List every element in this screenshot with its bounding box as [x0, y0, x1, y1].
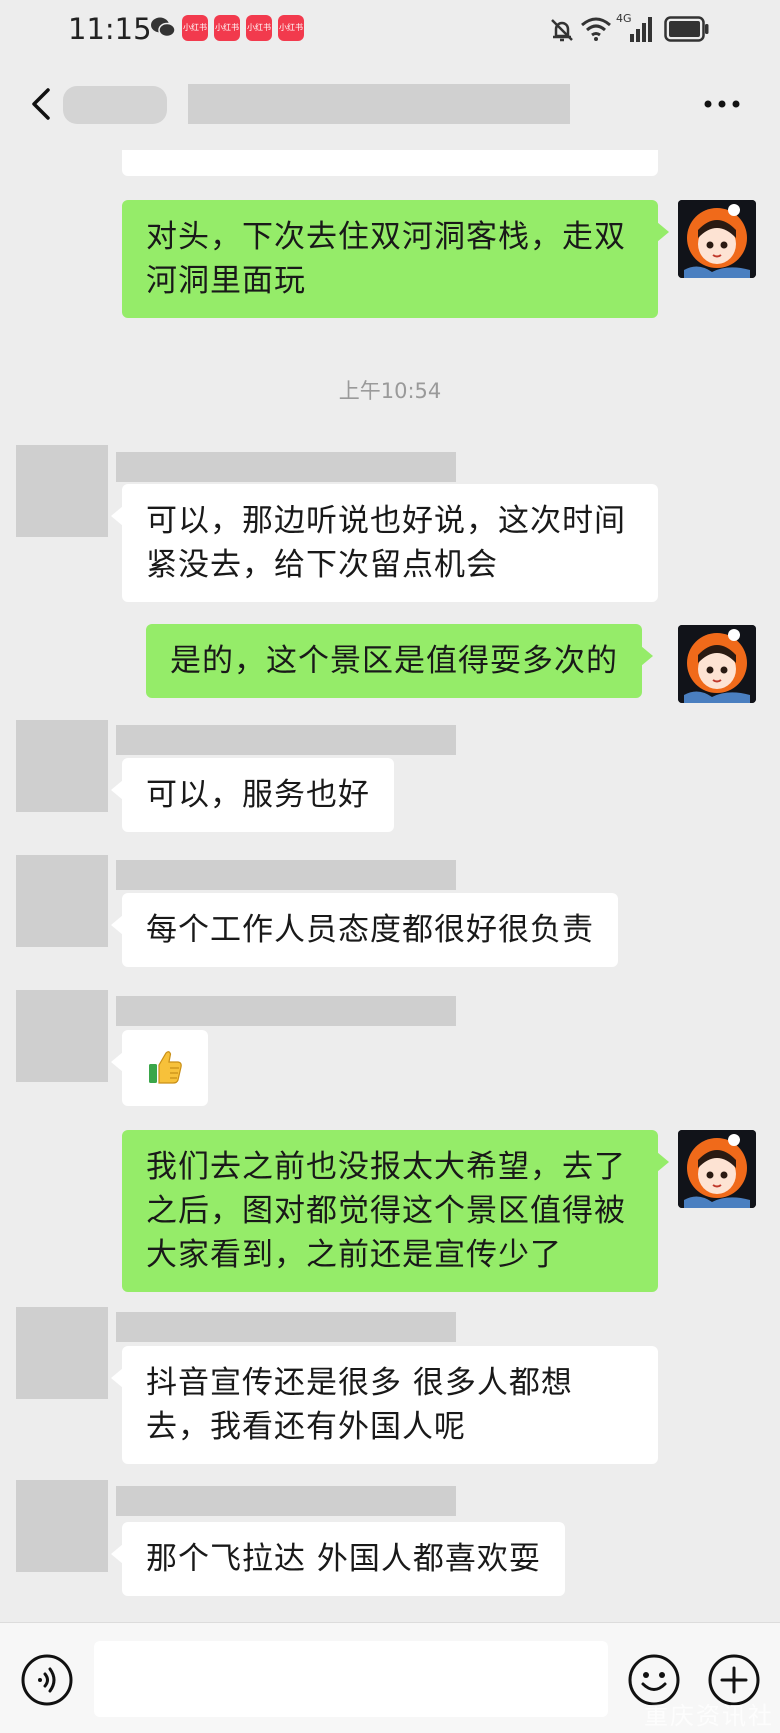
my-avatar[interactable] — [678, 1130, 756, 1208]
watermark: 重庆资讯社 — [644, 1702, 774, 1730]
message-input[interactable] — [94, 1641, 608, 1717]
redacted-sender-name — [116, 996, 456, 1026]
status-time: 11:15 — [68, 12, 152, 46]
message-bubble-incoming[interactable]: 可以，服务也好 — [111, 758, 394, 832]
message-timestamp: 上午10:54 — [338, 379, 442, 403]
redacted-avatar[interactable] — [16, 1307, 108, 1399]
redacted-avatar[interactable] — [16, 720, 108, 812]
redacted-avatar[interactable] — [16, 445, 108, 537]
redacted-sender-name — [116, 1486, 456, 1516]
thumbs-up-emoji-icon — [149, 1051, 182, 1084]
cartoon-girl-avatar-icon — [678, 1130, 756, 1208]
nav-bar — [0, 60, 780, 150]
message-bubble-incoming[interactable] — [111, 1030, 208, 1106]
back-arrow-icon[interactable] — [26, 84, 56, 124]
signal-icon — [630, 17, 652, 42]
redacted-sender-name — [116, 725, 456, 755]
redacted-avatar[interactable] — [16, 990, 108, 1082]
more-options-icon[interactable] — [702, 98, 742, 110]
redacted-chat-title — [188, 84, 570, 124]
message-bubble-incoming[interactable]: 抖音宣传还是很多 很多人都想去，我看还有外国人呢 — [111, 1346, 658, 1464]
voice-input-icon[interactable] — [20, 1653, 74, 1707]
status-bar: 11:15 小红书 小红书 小红书 小红书 4G — [0, 0, 780, 60]
message-bubble-incoming[interactable]: 那个飞拉达 外国人都喜欢耍 — [111, 1522, 565, 1596]
message-bubble-incoming[interactable]: 可以，那边听说也好说，这次时间紧没去，给下次留点机会 — [111, 484, 658, 602]
input-bar: 重庆资讯社 — [0, 1622, 780, 1733]
my-avatar[interactable] — [678, 200, 756, 278]
xiaohongshu-icon: 小红书 — [182, 15, 208, 41]
my-avatar[interactable] — [678, 625, 756, 703]
message-bubble-partial — [122, 150, 658, 176]
redacted-avatar[interactable] — [16, 1480, 108, 1572]
redacted-contact-avatar — [63, 86, 167, 124]
battery-icon — [664, 16, 709, 42]
message-bubble-incoming[interactable]: 每个工作人员态度都很好很负责 — [111, 893, 618, 967]
cartoon-girl-avatar-icon — [678, 200, 756, 278]
message-bubble-outgoing[interactable]: 我们去之前也没报太大希望，去了之后，图对都觉得这个景区值得被大家看到，之前还是宣… — [122, 1130, 669, 1292]
mute-bell-icon — [551, 19, 573, 42]
cartoon-girl-avatar-icon — [678, 625, 756, 703]
xiaohongshu-icon: 小红书 — [246, 15, 272, 41]
redacted-sender-name — [116, 452, 456, 482]
wechat-icon — [151, 17, 176, 38]
message-bubble-outgoing[interactable]: 是的，这个景区是值得耍多次的 — [146, 624, 653, 698]
wifi-icon — [581, 17, 611, 41]
redacted-sender-name — [116, 860, 456, 890]
xiaohongshu-icon: 小红书 — [214, 15, 240, 41]
message-bubble-outgoing[interactable]: 对头，下次去住双河洞客栈，走双河洞里面玩 — [122, 200, 669, 318]
redacted-avatar[interactable] — [16, 855, 108, 947]
chat-area[interactable]: 对头，下次去住双河洞客栈，走双河洞里面玩 上午10:54 可以，那边听说也好说，… — [0, 150, 780, 1622]
xiaohongshu-icon: 小红书 — [278, 15, 304, 41]
redacted-sender-name — [116, 1312, 456, 1342]
